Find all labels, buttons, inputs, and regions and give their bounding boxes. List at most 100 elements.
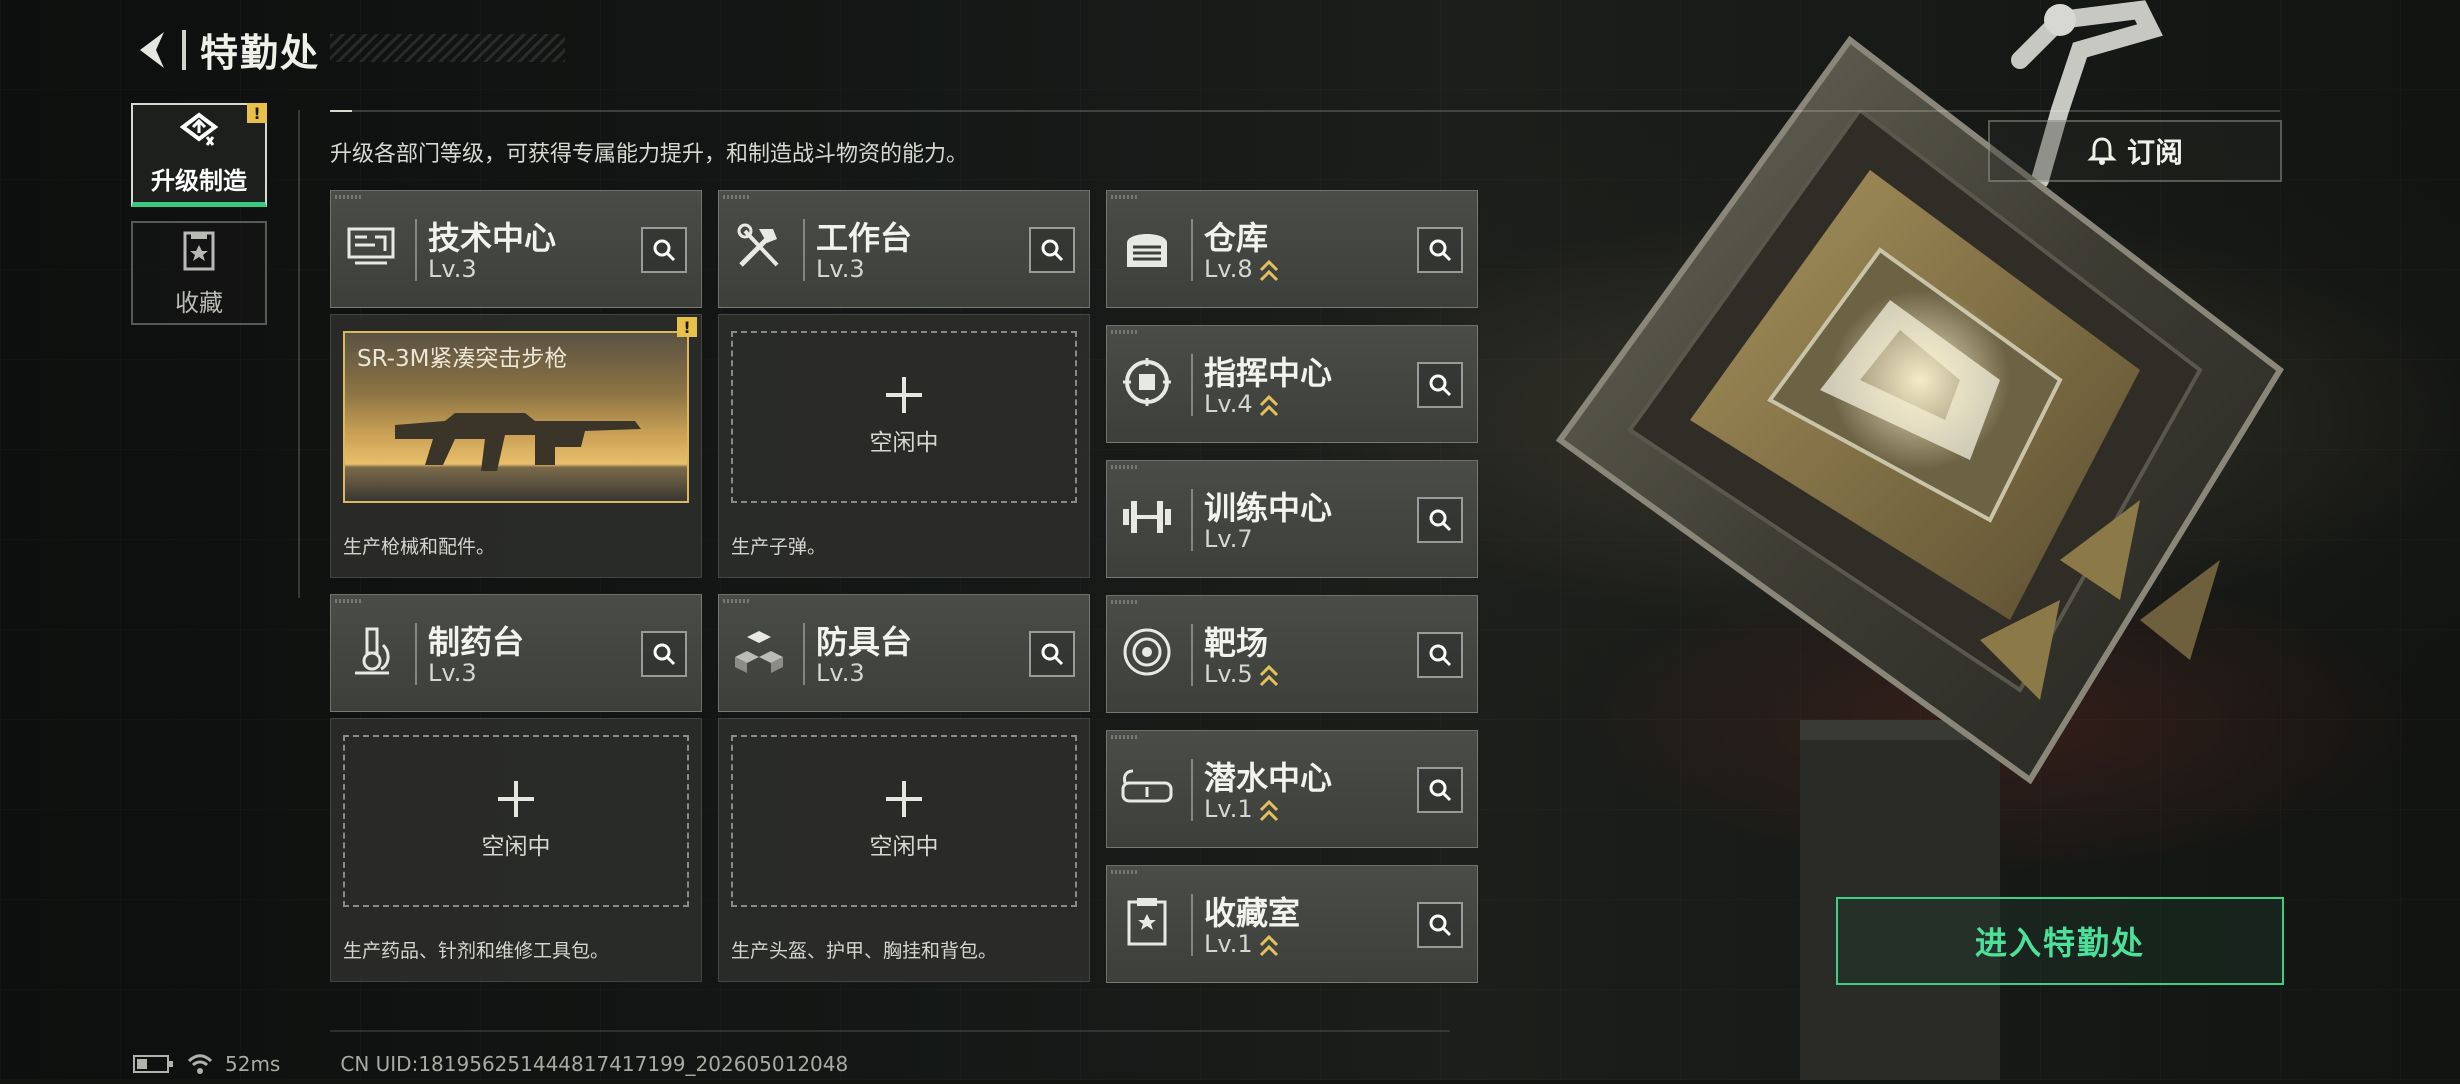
search-button[interactable]: [1417, 227, 1463, 273]
production-slot-empty[interactable]: 空闲中: [731, 331, 1077, 503]
hammer-wrench-icon: [731, 219, 787, 275]
search-icon: [653, 643, 676, 666]
level-text: Lv.8: [1204, 255, 1253, 283]
enter-facility-button[interactable]: 进入特勤处: [1836, 897, 2284, 985]
module-name: 指挥中心: [1204, 354, 1333, 392]
nav-tab-collection[interactable]: 收藏: [131, 221, 267, 325]
cubes-icon: [731, 623, 787, 679]
module-level: Lv.3: [428, 659, 477, 687]
module-card-shooting-range[interactable]: 靶场 Lv.5: [1106, 595, 1478, 713]
search-button[interactable]: [641, 227, 687, 273]
search-icon: [1041, 643, 1064, 666]
module-name: 收藏室: [1204, 894, 1301, 932]
plus-icon: [886, 377, 922, 413]
production-panel-pharmacy: 空闲中 生产药品、针剂和维修工具包。: [330, 718, 702, 982]
search-icon: [1429, 914, 1452, 937]
subscribe-label: 订阅: [2126, 136, 2183, 169]
module-name: 训练中心: [1204, 489, 1333, 527]
header-divider: [182, 29, 186, 70]
trophy-icon: [1119, 894, 1175, 950]
module-card-tech-center[interactable]: 技术中心 Lv.3: [330, 190, 702, 308]
search-button[interactable]: [641, 631, 687, 677]
warehouse-icon: [1119, 219, 1175, 275]
module-name: 靶场: [1204, 624, 1269, 662]
search-button[interactable]: [1417, 902, 1463, 948]
module-level: Lv.5: [1204, 660, 1279, 688]
module-name: 制药台: [428, 623, 525, 661]
plus-icon: [498, 781, 534, 817]
intro-text: 升级各部门等级，可获得专属能力提升，和制造战斗物资的能力。: [330, 142, 969, 167]
module-level: Lv.1: [1204, 795, 1279, 823]
chip-icon: [1119, 354, 1175, 410]
upgrade-available-icon: [1259, 664, 1278, 687]
module-card-collection-room[interactable]: 收藏室 Lv.1: [1106, 865, 1478, 983]
collection-icon: [183, 231, 215, 270]
level-text: Lv.1: [1204, 930, 1253, 958]
subscribe-button[interactable]: 订阅: [1988, 120, 2282, 182]
module-card-command-center[interactable]: 指挥中心 Lv.4: [1106, 325, 1478, 443]
card-divider: [1191, 354, 1193, 416]
ping-value: 52ms: [225, 1052, 281, 1076]
production-slot-empty[interactable]: 空闲中: [731, 735, 1077, 907]
upgrade-available-icon: [1259, 799, 1278, 822]
slot-status: 空闲中: [481, 834, 551, 860]
module-card-warehouse[interactable]: 仓库 Lv.8: [1106, 190, 1478, 308]
card-divider: [1191, 759, 1193, 821]
module-card-workbench[interactable]: 工作台 Lv.3: [718, 190, 1090, 308]
production-slot-empty[interactable]: 空闲中: [343, 735, 689, 907]
upgrade-available-icon: [1259, 394, 1278, 417]
production-description: 生产头盔、护甲、胸挂和背包。: [731, 940, 998, 962]
level-text: Lv.5: [1204, 660, 1253, 688]
production-item-name: SR-3M紧凑突击步枪: [357, 346, 568, 372]
module-name: 潜水中心: [1204, 759, 1333, 797]
module-name: 仓库: [1204, 219, 1269, 257]
production-description: 生产枪械和配件。: [343, 536, 496, 558]
divider-horizontal: [330, 110, 2280, 112]
alert-badge: !: [677, 317, 697, 337]
module-name: 工作台: [816, 219, 913, 257]
page-title: 特勤处: [200, 31, 321, 75]
bottom-divider: [330, 1030, 1450, 1032]
search-icon: [1429, 644, 1452, 667]
search-icon: [1429, 374, 1452, 397]
alert-badge: !: [247, 103, 267, 123]
search-button[interactable]: [1417, 497, 1463, 543]
card-divider: [415, 623, 417, 685]
slot-status: 空闲中: [869, 834, 939, 860]
slot-status: 空闲中: [869, 430, 939, 456]
search-button[interactable]: [1417, 632, 1463, 678]
production-slot-active[interactable]: SR-3M紧凑突击步枪: [343, 331, 689, 503]
search-icon: [1429, 239, 1452, 262]
upgrade-icon: [179, 112, 219, 146]
status-footer: 52ms CN UID:181956251444817417199_202605…: [133, 1052, 848, 1076]
dive-mask-icon: [1119, 759, 1175, 815]
module-card-diving-center[interactable]: 潜水中心 Lv.1: [1106, 730, 1478, 848]
search-button[interactable]: [1417, 767, 1463, 813]
search-button[interactable]: [1417, 362, 1463, 408]
dumbbell-icon: [1119, 489, 1175, 545]
production-description: 生产子弹。: [731, 536, 827, 558]
module-level: Lv.4: [1204, 390, 1279, 418]
left-nav: ! 升级制造 收藏: [131, 103, 269, 339]
card-divider: [1191, 894, 1193, 956]
nav-tab-upgrade-manufacture[interactable]: ! 升级制造: [131, 103, 267, 207]
bell-icon: [2087, 137, 2117, 165]
search-icon: [1429, 779, 1452, 802]
module-card-pharmacy[interactable]: 制药台 Lv.3: [330, 594, 702, 712]
search-button[interactable]: [1029, 631, 1075, 677]
module-level: Lv.8: [1204, 255, 1279, 283]
divider-vertical: [298, 110, 300, 598]
battery-icon: [133, 1055, 173, 1073]
card-divider: [1191, 624, 1193, 686]
nav-label: 升级制造: [151, 167, 247, 195]
search-button[interactable]: [1029, 227, 1075, 273]
upgrade-available-icon: [1259, 259, 1278, 282]
chevron-left-icon[interactable]: [130, 28, 174, 72]
module-card-armory[interactable]: 防具台 Lv.3: [718, 594, 1090, 712]
production-panel-workbench: 空闲中 生产子弹。: [718, 314, 1090, 578]
card-divider: [1191, 219, 1193, 281]
module-card-training-center[interactable]: 训练中心 Lv.7: [1106, 460, 1478, 578]
circuit-icon: [343, 219, 399, 275]
search-icon: [1429, 509, 1452, 532]
wifi-icon: [187, 1054, 213, 1074]
